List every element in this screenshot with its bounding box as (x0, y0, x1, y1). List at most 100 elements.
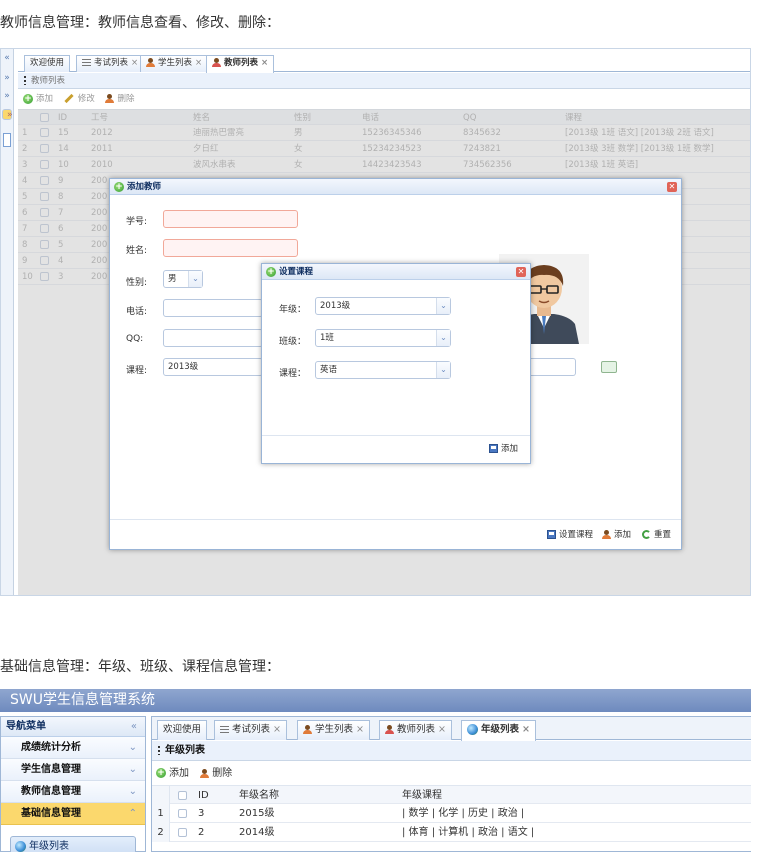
course-add-button[interactable]: 添加 (489, 442, 518, 454)
nav-item-score-analysis[interactable]: 成绩统计分析 ⌄ (1, 737, 145, 759)
nav-item-basic-info[interactable]: 基础信息管理 ⌃ (1, 803, 145, 825)
close-icon[interactable]: × (261, 58, 268, 68)
close-icon[interactable]: × (273, 724, 281, 735)
dialog-title: 添加教师 (127, 182, 162, 192)
collapsed-nav-item[interactable] (3, 133, 11, 147)
reset-icon (642, 530, 651, 539)
expand-arrow-icon[interactable]: » (2, 109, 13, 120)
close-icon[interactable]: ✕ (667, 182, 677, 192)
add-icon: + (114, 181, 124, 192)
cell-id: 3 (198, 808, 205, 819)
close-icon[interactable]: × (438, 724, 446, 735)
tel-label: 电话: (126, 307, 148, 317)
course-select[interactable]: 英语 ⌄ (315, 361, 451, 379)
teacher-tel-input[interactable] (163, 299, 263, 317)
sex-label: 性别: (126, 278, 148, 288)
add-button[interactable]: + 添加 (156, 768, 189, 779)
close-icon[interactable]: × (131, 58, 138, 68)
edit-label: 修改 (77, 94, 95, 104)
delete-button[interactable]: 删除 (105, 94, 134, 104)
collapse-icon[interactable]: « (131, 717, 137, 737)
expand-arrow-icon[interactable]: » (2, 73, 12, 84)
tab-teacher-list[interactable]: 教师列表 × (379, 720, 452, 740)
panel-title: 年级列表 (165, 745, 205, 756)
add-label: 添加 (36, 94, 54, 104)
teacher-qq-input[interactable] (163, 329, 263, 347)
panel-header: 年级列表 (152, 741, 751, 761)
tab-student-list[interactable]: 学生列表 × (140, 55, 209, 72)
column-header[interactable]: 年级课程 (402, 786, 442, 805)
add-icon: + (23, 93, 33, 104)
user-icon (146, 58, 155, 67)
teacher-section-heading: 教师信息管理：教师信息查看、修改、删除： (0, 15, 280, 31)
nav-menu: 导航菜单 « 成绩统计分析 ⌄ 学生信息管理 ⌄ 教师信息管理 ⌄ 基础信息管理 ⌃ 年级… (0, 716, 146, 852)
tab-welcome[interactable]: 欢迎使用 (24, 55, 71, 72)
grade-label: 年级： (279, 305, 307, 315)
tab-label: 教师列表 (224, 58, 259, 68)
course-summary-field-tail (526, 358, 576, 376)
tab-exam-list[interactable]: 考试列表 × (214, 720, 287, 740)
cell-grade-name: 2014级 (239, 827, 275, 838)
user-delete-icon (105, 94, 115, 103)
set-course-dialog: + 设置课程 ✕ 年级： 2013级 ⌄ 班级： 1班 ⌄ 课程： 英语 ⌄ 添加 (261, 263, 531, 464)
sex-select[interactable]: 男 ⌄ (163, 270, 203, 288)
set-course-button[interactable]: 设置课程 (547, 528, 593, 540)
tab-label: 考试列表 (94, 58, 129, 68)
tab-grade-list[interactable]: 年级列表 × (461, 720, 536, 741)
tab-welcome[interactable]: 欢迎使用 (157, 720, 208, 740)
checkbox-cell (178, 823, 187, 842)
tab-teacher-list[interactable]: 教师列表 × (206, 55, 275, 73)
dialog-add-button[interactable]: 添加 (602, 528, 631, 540)
user-icon (212, 58, 221, 67)
dialog-title-bar: + 设置课程 (262, 264, 530, 280)
chevron-up-icon: ⌃ (128, 808, 137, 819)
globe-icon (467, 724, 478, 735)
column-header[interactable]: 年级名称 (239, 786, 279, 805)
collapsed-nav-strip: « » » » (1, 49, 14, 595)
row-checkbox[interactable] (178, 808, 187, 818)
collapse-arrow-icon[interactable]: « (2, 53, 12, 64)
reset-button[interactable]: 重置 (642, 528, 671, 540)
dialog-title: 设置课程 (279, 267, 314, 277)
user-delete-icon (200, 768, 210, 778)
close-icon[interactable]: × (195, 58, 202, 68)
panel-header: 教师列表 (18, 73, 750, 89)
chevron-down-icon: ⌄ (128, 786, 137, 797)
delete-button[interactable]: 删除 (200, 768, 232, 779)
chevron-down-icon: ⌄ (128, 764, 137, 775)
delete-label: 删除 (212, 768, 233, 779)
close-icon[interactable]: ✕ (516, 267, 526, 277)
table-row[interactable] (152, 842, 751, 852)
nav-title: 导航菜单 (6, 721, 46, 732)
checkbox-cell (178, 804, 187, 823)
expand-arrow-icon[interactable]: » (2, 91, 12, 102)
close-icon[interactable]: × (522, 724, 530, 735)
teacher-name-input[interactable] (163, 239, 298, 257)
course-summary-field[interactable]: 2013级 (163, 358, 263, 376)
column-header[interactable]: ID (198, 786, 209, 805)
course-picker-icon[interactable] (601, 361, 617, 373)
add-button[interactable]: + 添加 (23, 93, 54, 104)
edit-button[interactable]: 修改 (64, 93, 95, 104)
nav-leaf-grade-list[interactable]: 年级列表 (10, 836, 136, 852)
nav-item-student-info[interactable]: 学生信息管理 ⌄ (1, 759, 145, 781)
user-add-icon (602, 530, 611, 539)
course-label: 课程： (279, 369, 307, 379)
course-label: 课程: (126, 366, 148, 376)
select-all-checkbox[interactable] (178, 790, 187, 800)
panel-dots-icon (158, 745, 160, 755)
nav-item-teacher-info[interactable]: 教师信息管理 ⌄ (1, 781, 145, 803)
row-checkbox[interactable] (178, 827, 187, 837)
grade-select[interactable]: 2013级 ⌄ (315, 297, 451, 315)
tab-label: 欢迎使用 (163, 724, 202, 735)
teacher-no-input[interactable] (163, 210, 298, 228)
tab-label: 学生列表 (315, 724, 354, 735)
close-icon[interactable]: × (356, 724, 364, 735)
tab-student-list[interactable]: 学生列表 × (297, 720, 370, 740)
table-row[interactable]: 2 2 2014级 | 体育 | 计算机 | 政治 | 语文 | (152, 823, 751, 842)
tab-bar: 欢迎使用 考试列表 × 学生列表 × 教师列表 × 年级列表 × (152, 717, 751, 741)
tab-exam-list[interactable]: 考试列表 × (76, 55, 145, 72)
table-row[interactable]: 1 3 2015级 | 数学 | 化学 | 历史 | 政治 | (152, 804, 751, 823)
tab-label: 考试列表 (232, 724, 271, 735)
class-select[interactable]: 1班 ⌄ (315, 329, 451, 347)
